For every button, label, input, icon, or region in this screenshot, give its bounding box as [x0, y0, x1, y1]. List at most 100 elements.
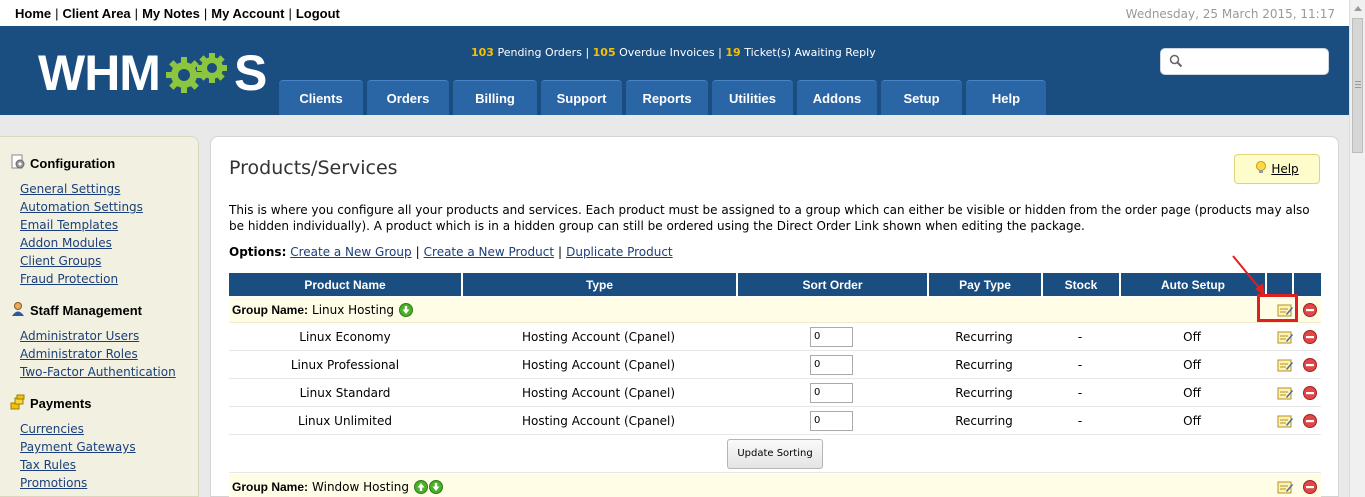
- products-table: Product Name Type Sort Order Pay Type St…: [229, 273, 1321, 497]
- top-bar: Home | Client Area | My Notes | My Account | Log…: [0, 0, 1349, 26]
- pending-orders-label[interactable]: Pending Orders: [497, 46, 581, 59]
- tickets-count[interactable]: 19: [725, 46, 740, 59]
- delete-icon[interactable]: [1299, 413, 1321, 428]
- separator: |: [585, 46, 590, 59]
- separator: |: [415, 245, 420, 259]
- sidebar-heading: Payments: [10, 394, 136, 412]
- move-down-icon[interactable]: [399, 302, 414, 317]
- logout-link[interactable]: Logout: [296, 6, 340, 21]
- move-up-icon[interactable]: [414, 479, 429, 494]
- tab-billing[interactable]: Billing: [453, 80, 537, 115]
- search-input[interactable]: [1160, 48, 1329, 75]
- col-type: Type: [463, 273, 736, 296]
- tab-support[interactable]: Support: [541, 80, 622, 115]
- delete-icon[interactable]: [1299, 329, 1321, 344]
- sort-order-input[interactable]: 0: [810, 410, 853, 431]
- tab-help[interactable]: Help: [966, 80, 1046, 115]
- home-link[interactable]: Home: [15, 6, 51, 21]
- vertical-scrollbar[interactable]: [1349, 0, 1365, 497]
- tab-orders[interactable]: Orders: [367, 80, 449, 115]
- product-type: Hosting Account (Cpanel): [522, 357, 675, 372]
- table-row: Linux Economy Hosting Account (Cpanel) 0…: [229, 323, 1321, 351]
- group-label: Group Name:: [232, 302, 309, 317]
- options-bar: Options: Create a New Group | Create a New…: [229, 245, 673, 259]
- my-account-link[interactable]: My Account: [211, 6, 284, 21]
- tab-addons[interactable]: Addons: [797, 80, 877, 115]
- pay-type: Recurring: [955, 413, 1013, 428]
- separator: |: [55, 6, 59, 21]
- create-product-link[interactable]: Create a New Product: [424, 245, 554, 259]
- duplicate-product-link[interactable]: Duplicate Product: [566, 245, 673, 259]
- table-row: Linux Unlimited Hosting Account (Cpanel)…: [229, 407, 1321, 435]
- move-down-icon[interactable]: [429, 479, 444, 494]
- tab-utilities[interactable]: Utilities: [712, 80, 793, 115]
- client-area-link[interactable]: Client Area: [63, 6, 131, 21]
- sidebar-link-administrator-roles[interactable]: Administrator Roles: [20, 345, 176, 363]
- col-product-name: Product Name: [229, 273, 461, 296]
- sidebar-link-automation-settings[interactable]: Automation Settings: [20, 198, 143, 216]
- pending-orders-count[interactable]: 103: [471, 46, 494, 59]
- whmcs-logo[interactable]: WHM S: [38, 48, 267, 98]
- update-sorting-button[interactable]: Update Sorting: [727, 438, 823, 469]
- tickets-label[interactable]: Ticket(s) Awaiting Reply: [744, 46, 876, 59]
- intro-text: This is where you configure all your pro…: [229, 203, 1310, 233]
- options-label: Options:: [229, 245, 287, 259]
- sidebar-link-payment-gateways[interactable]: Payment Gateways: [20, 438, 136, 456]
- product-name[interactable]: Linux Economy: [229, 323, 461, 350]
- delete-icon[interactable]: [1299, 302, 1321, 317]
- sidebar-link-fraud-protection[interactable]: Fraud Protection: [20, 270, 143, 288]
- overdue-invoices-label[interactable]: Overdue Invoices: [619, 46, 715, 59]
- sidebar-link-administrator-users[interactable]: Administrator Users: [20, 327, 176, 345]
- sidebar-link-currencies[interactable]: Currencies: [20, 420, 136, 438]
- scroll-up-icon[interactable]: [1354, 6, 1362, 11]
- sidebar-link-tax-rules[interactable]: Tax Rules: [20, 456, 136, 474]
- edit-icon[interactable]: [1271, 480, 1299, 494]
- sidebar-section-staff: Staff Management Administrator Users Adm…: [10, 301, 176, 381]
- sort-order-input[interactable]: 0: [810, 326, 853, 347]
- main-nav: Clients Orders Billing Support Reports U…: [279, 80, 1046, 115]
- sidebar-link-general-settings[interactable]: General Settings: [20, 180, 143, 198]
- sidebar-section-configuration: Configuration General Settings Automatio…: [10, 154, 143, 288]
- pay-type: Recurring: [955, 357, 1013, 372]
- group-name: Linux Hosting: [312, 302, 395, 317]
- sort-order-input[interactable]: 0: [810, 382, 853, 403]
- product-name[interactable]: Linux Unlimited: [229, 407, 461, 434]
- edit-icon[interactable]: [1271, 358, 1299, 372]
- tab-clients[interactable]: Clients: [279, 80, 363, 115]
- delete-icon[interactable]: [1299, 479, 1321, 494]
- overdue-invoices-count[interactable]: 105: [593, 46, 616, 59]
- group-row: Group Name: Linux Hosting: [229, 297, 1321, 323]
- sidebar-link-two-factor[interactable]: Two-Factor Authentication: [20, 363, 176, 381]
- sort-order-input[interactable]: 0: [810, 354, 853, 375]
- tab-reports[interactable]: Reports: [626, 80, 708, 115]
- my-notes-link[interactable]: My Notes: [142, 6, 200, 21]
- sidebar-link-email-templates[interactable]: Email Templates: [20, 216, 143, 234]
- product-name[interactable]: Linux Standard: [229, 379, 461, 406]
- delete-icon[interactable]: [1299, 385, 1321, 400]
- sidebar-section-payments: Payments Currencies Payment Gateways Tax…: [10, 394, 136, 492]
- separator: |: [134, 6, 139, 21]
- pay-type: Recurring: [955, 385, 1013, 400]
- edit-icon[interactable]: [1271, 330, 1299, 344]
- table-header: Product Name Type Sort Order Pay Type St…: [229, 273, 1321, 296]
- auto-setup: Off: [1183, 413, 1201, 428]
- tab-setup[interactable]: Setup: [881, 80, 962, 115]
- stock: -: [1077, 329, 1083, 344]
- group-name: Window Hosting: [312, 479, 410, 494]
- gears-icon: [162, 51, 232, 95]
- pay-type: Recurring: [955, 329, 1013, 344]
- product-type: Hosting Account (Cpanel): [522, 385, 675, 400]
- sidebar-link-promotions[interactable]: Promotions: [20, 474, 136, 492]
- create-group-link[interactable]: Create a New Group: [290, 245, 411, 259]
- row-actions: [1271, 413, 1321, 428]
- scroll-thumb[interactable]: [1352, 18, 1363, 153]
- delete-icon[interactable]: [1299, 357, 1321, 372]
- sidebar-link-client-groups[interactable]: Client Groups: [20, 252, 143, 270]
- product-name[interactable]: Linux Professional: [229, 351, 461, 378]
- help-button[interactable]: Help: [1234, 154, 1320, 184]
- edit-icon[interactable]: [1271, 386, 1299, 400]
- header: WHM S 103 Pending Orders | 105 Overdue I…: [0, 26, 1349, 115]
- sidebar-link-addon-modules[interactable]: Addon Modules: [20, 234, 143, 252]
- edit-icon[interactable]: [1271, 414, 1299, 428]
- lightbulb-icon: [1255, 160, 1267, 178]
